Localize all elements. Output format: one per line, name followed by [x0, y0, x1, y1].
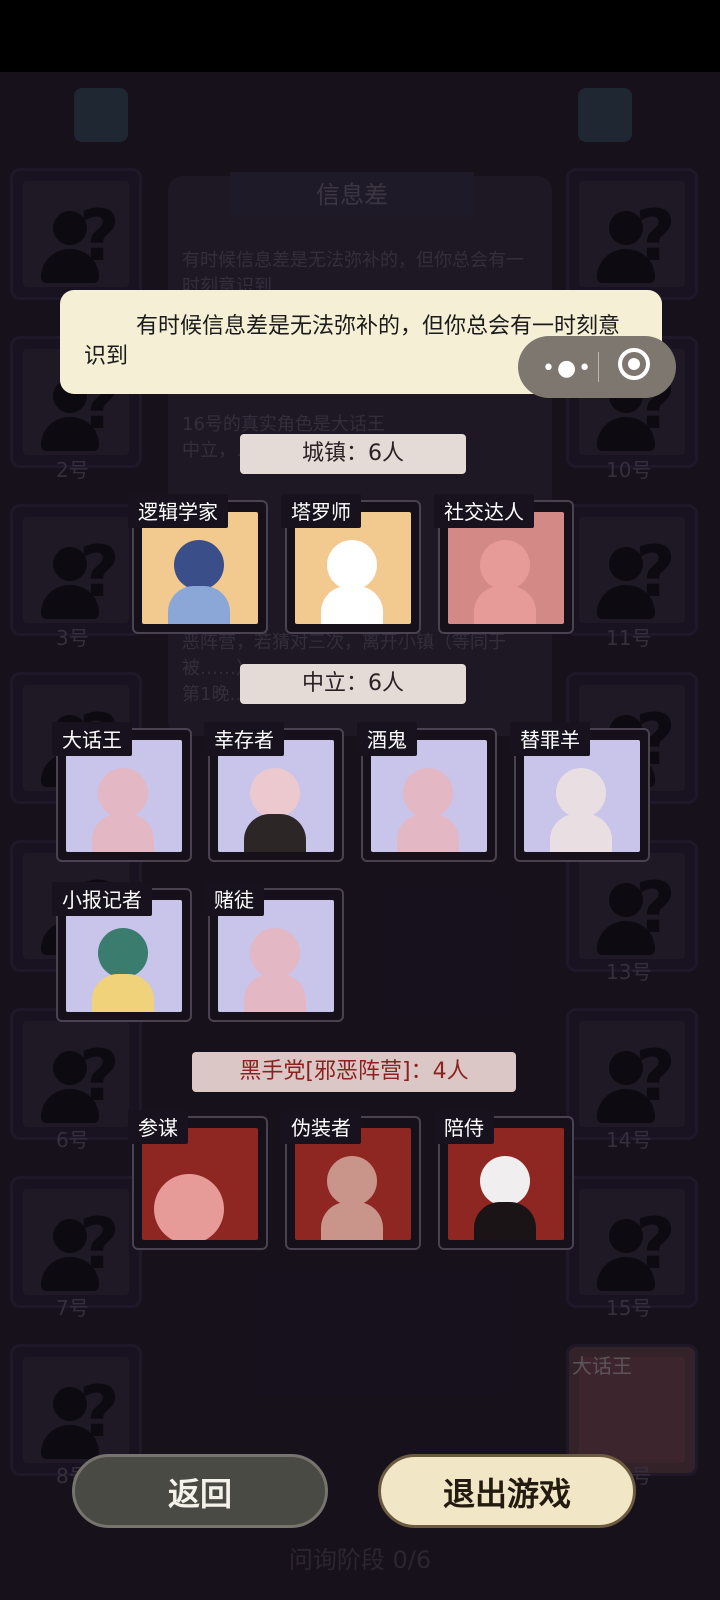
more-dots-icon[interactable]: •●•	[542, 356, 593, 381]
back-button[interactable]: 返回	[72, 1454, 328, 1528]
role-name: 塔罗师	[281, 494, 361, 528]
role-name: 参谋	[128, 1110, 188, 1144]
quit-game-button[interactable]: 退出游戏	[378, 1454, 636, 1528]
section-town: 城镇：6人	[240, 434, 466, 474]
role-card-neutral[interactable]: 幸存者	[204, 722, 344, 862]
role-card-evil[interactable]: 参谋	[128, 1110, 268, 1250]
role-card-neutral[interactable]: 替罪羊	[510, 722, 650, 862]
role-name: 逻辑学家	[128, 494, 228, 528]
role-name: 社交达人	[434, 494, 534, 528]
role-card-evil[interactable]: 陪侍	[434, 1110, 574, 1250]
role-name: 赌徒	[204, 882, 264, 916]
role-name: 大话王	[52, 722, 132, 756]
role-name: 酒鬼	[357, 722, 417, 756]
menu-capsule[interactable]: •●•	[518, 336, 676, 398]
close-target-icon[interactable]	[618, 348, 650, 380]
section-evil: 黑手党[邪恶阵营]：4人	[192, 1052, 516, 1092]
role-card-town[interactable]: 逻辑学家	[128, 494, 268, 634]
section-neutral: 中立：6人	[240, 664, 466, 704]
role-card-evil[interactable]: 伪装者	[281, 1110, 421, 1250]
role-name: 小报记者	[52, 882, 152, 916]
role-card-town[interactable]: 社交达人	[434, 494, 574, 634]
role-card-neutral[interactable]: 小报记者	[52, 882, 192, 1022]
role-card-town[interactable]: 塔罗师	[281, 494, 421, 634]
role-name: 幸存者	[204, 722, 284, 756]
role-name: 替罪羊	[510, 722, 590, 756]
capsule-divider	[598, 352, 599, 382]
role-card-neutral[interactable]: 大话王	[52, 722, 192, 862]
role-card-neutral[interactable]: 酒鬼	[357, 722, 497, 862]
role-name: 伪装者	[281, 1110, 361, 1144]
status-bar	[0, 0, 720, 72]
role-card-neutral[interactable]: 赌徒	[204, 882, 344, 1022]
role-name: 陪侍	[434, 1110, 494, 1144]
